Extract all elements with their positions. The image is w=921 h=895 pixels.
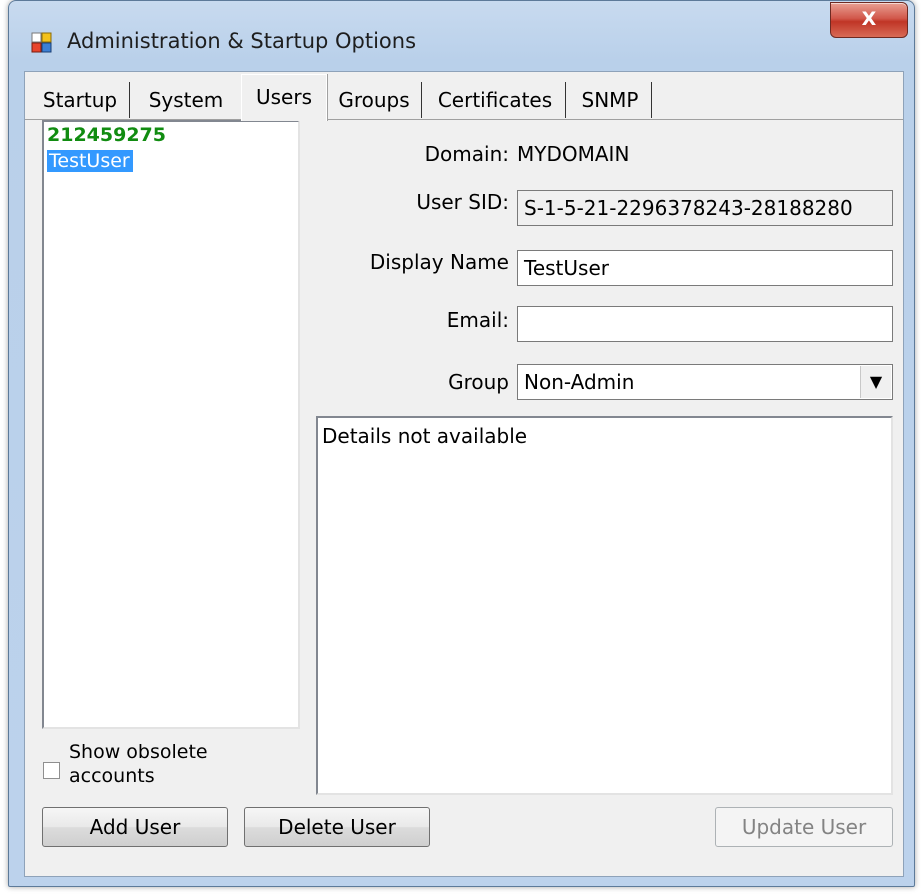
sid-label: User SID: [416, 190, 509, 214]
chevron-down-icon[interactable]: ▼ [860, 366, 891, 398]
list-item[interactable]: 212459275 [44, 122, 298, 148]
title-bar[interactable]: Administration & Startup Options X [9, 1, 914, 79]
email-label: Email: [446, 308, 509, 332]
group-select[interactable]: Non-Admin ▼ [517, 364, 893, 400]
window-title: Administration & Startup Options [67, 29, 417, 53]
group-label: Group [448, 370, 509, 394]
add-user-button[interactable]: Add User [42, 807, 228, 847]
tab-system[interactable]: System [131, 82, 241, 118]
tab-startup[interactable]: Startup [31, 82, 130, 118]
app-icon [31, 32, 52, 53]
tab-certificates[interactable]: Certificates [425, 82, 566, 118]
user-item-label: TestUser [47, 150, 133, 172]
show-obsolete-label: Show obsolete accounts [69, 741, 208, 787]
domain-label: Domain: [424, 142, 509, 166]
display-name-field[interactable]: TestUser [517, 250, 893, 286]
tab-users[interactable]: Users [241, 74, 327, 121]
update-user-button[interactable]: Update User [715, 807, 893, 847]
email-field[interactable] [517, 306, 893, 342]
dialog-window: Administration & Startup Options X Start… [8, 0, 915, 887]
tab-strip: Startup System Users Groups Certificates… [25, 72, 903, 121]
tab-groups[interactable]: Groups [327, 82, 422, 118]
display-name-label: Display Name [369, 250, 509, 274]
user-item-label: 212459275 [47, 124, 166, 146]
domain-value: MYDOMAIN [517, 142, 630, 166]
user-list[interactable]: 212459275 TestUser [42, 120, 300, 729]
group-select-value: Non-Admin [524, 370, 635, 394]
details-panel: Details not available [316, 416, 893, 795]
list-item[interactable]: TestUser [44, 148, 298, 174]
details-text: Details not available [322, 424, 528, 448]
delete-user-button[interactable]: Delete User [244, 807, 430, 847]
dialog-client-area: Startup System Users Groups Certificates… [24, 71, 904, 877]
tab-snmp[interactable]: SNMP [569, 82, 652, 118]
sid-field[interactable]: S-1-5-21-2296378243-28188280 [517, 190, 893, 226]
show-obsolete-checkbox[interactable] [43, 762, 60, 779]
close-button[interactable]: X [830, 2, 908, 38]
